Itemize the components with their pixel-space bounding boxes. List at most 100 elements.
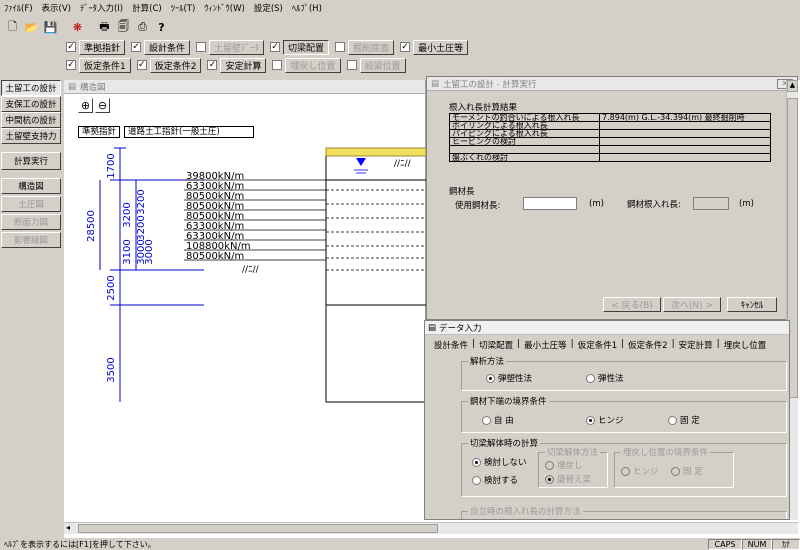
toolbar-item: ✓ 仮定条件1 xyxy=(66,57,131,73)
print-preview-icon[interactable]: 🗐 xyxy=(115,18,132,36)
calc-title-bar: ▤ 土留工の設計 - 計算実行 ✕ xyxy=(427,77,797,91)
toolbar-button[interactable]: 設計条件 xyxy=(144,39,191,55)
checkbox[interactable]: ✓ xyxy=(66,42,76,52)
checkbox[interactable]: ✓ xyxy=(136,60,147,70)
scroll-left-icon[interactable]: ◂ xyxy=(66,523,70,532)
save-icon[interactable]: 💾 xyxy=(42,18,59,36)
menu-item[interactable]: 計算(C) xyxy=(132,2,162,14)
checkbox[interactable]: ✓ xyxy=(207,60,218,70)
toolbar-button[interactable]: 最小土圧等 xyxy=(413,39,469,55)
radio-hinge[interactable]: ヒンジ xyxy=(586,414,624,426)
zoom-in-icon[interactable]: ⊕ xyxy=(78,98,93,113)
toolbar-button[interactable]: 切梁配置 xyxy=(283,39,330,55)
toolbar-item: ✓ 最小土圧等 xyxy=(400,39,469,55)
zoom-out-icon[interactable]: ⊖ xyxy=(95,98,110,113)
menu-item[interactable]: ｳｨﾝﾄﾞｳ(W) xyxy=(204,2,245,14)
nav-middle-pile-design[interactable]: 中間杭の設計 xyxy=(1,112,61,128)
radio-backfill-hinge[interactable]: ヒンジ xyxy=(621,465,659,477)
menu-item[interactable]: 表示(V) xyxy=(42,2,71,14)
toolbar-button[interactable]: 仮定条件1 xyxy=(79,57,131,73)
horizontal-scrollbar[interactable]: ◂ xyxy=(64,522,798,534)
scroll-up-icon[interactable]: ▲ xyxy=(787,80,798,92)
dim-3500: 3500 xyxy=(106,357,117,382)
radio-backfill-fixed[interactable]: 固 定 xyxy=(671,465,703,477)
tab[interactable]: 仮定条件2 xyxy=(625,339,670,351)
print-icon[interactable]: 🖶 xyxy=(96,18,113,36)
checkbox[interactable] xyxy=(335,42,346,52)
hscroll-thumb[interactable] xyxy=(78,524,438,533)
row-value xyxy=(599,129,771,138)
radio-elastic[interactable]: 弾性法 xyxy=(586,372,624,384)
next-button[interactable]: 次へ(N) > xyxy=(663,297,721,312)
calc-run-button[interactable]: 計算実行 xyxy=(1,152,61,170)
toolbar-button[interactable]: 仮定条件2 xyxy=(149,57,202,73)
structure-drawing-window: ▤ 構造図 ⊕ ⊖ 準拠指針 道路土工指針(一般土圧) 1700 3200 320… xyxy=(64,80,426,520)
nav-support-design[interactable]: 支保工の設計 xyxy=(1,96,61,112)
dim-1700: 1700 xyxy=(106,153,117,178)
toolbar-button[interactable]: 準拠指針 xyxy=(79,39,126,55)
view-earth-pressure-button[interactable]: 土圧図 xyxy=(1,196,61,212)
radio-elastoplastic[interactable]: 弾塑性法 xyxy=(486,372,532,384)
checkbox[interactable] xyxy=(346,60,357,70)
new-file-icon[interactable]: 🗋 xyxy=(4,18,21,36)
calc-title: 土留工の設計 - 計算実行 xyxy=(443,79,537,90)
tab[interactable]: 最小土圧等 xyxy=(521,339,570,351)
view-section-force-button[interactable]: 断面力図 xyxy=(1,214,61,230)
structure-drawing: 1700 3200 3200 3200 28500 3100 3000 3000… xyxy=(86,147,426,403)
tab[interactable]: 仮定条件1 xyxy=(575,339,620,351)
use-length-unit: (m) xyxy=(589,199,604,209)
checkbox[interactable] xyxy=(196,42,207,52)
toolbar-button[interactable]: 設梁位置 xyxy=(359,57,406,73)
removal-method-group: 切梁解体方法 埋戻し 盛替え梁 xyxy=(538,446,608,488)
toolbar-item: 土留壁ﾃﾞｰﾀ xyxy=(196,39,265,55)
radio-backfill[interactable]: 埋戻し xyxy=(545,459,583,471)
checkbox[interactable]: ✓ xyxy=(131,42,142,52)
row-value xyxy=(599,137,771,146)
tab[interactable]: 設計条件 xyxy=(431,339,471,351)
checkbox[interactable]: ✓ xyxy=(66,60,76,70)
radio-check[interactable]: 検討する xyxy=(472,474,518,486)
toolbar-item: ✓ 仮定条件2 xyxy=(136,57,202,73)
menu-item[interactable]: ﾍﾙﾌﾟ(H) xyxy=(292,2,322,14)
toolbar-button[interactable]: 安定計算 xyxy=(220,57,267,73)
view-influence-line-button[interactable]: 影響線図 xyxy=(1,232,61,248)
radio-replace-beam[interactable]: 盛替え梁 xyxy=(545,473,591,485)
view-structure-button[interactable]: 構造図 xyxy=(1,178,61,194)
app-icon[interactable]: ❋ xyxy=(69,18,86,36)
nav-wall-bearing[interactable]: 土留壁支持力 xyxy=(1,128,61,144)
radio-fixed[interactable]: 固 定 xyxy=(668,414,700,426)
open-folder-icon[interactable]: 📂 xyxy=(23,18,40,36)
checkbox[interactable]: ✓ xyxy=(400,42,411,52)
nav-earth-retaining-design[interactable]: 土留工の設計 xyxy=(1,80,61,96)
help-icon[interactable]: ? xyxy=(153,18,170,36)
toolbar-button[interactable]: 埋戻し位置 xyxy=(285,57,341,73)
strut-load-label: 80500kN/m xyxy=(186,251,244,262)
drawing-title: 構造図 xyxy=(80,82,106,93)
printer-setup-icon[interactable]: ⎙ xyxy=(134,18,151,36)
radio-no-check[interactable]: 検討しない xyxy=(472,456,527,468)
toolbar-item: ✓ 準拠指針 xyxy=(66,39,126,55)
cancel-button[interactable]: ｷｬﾝｾﾙ xyxy=(727,297,777,312)
checkbox[interactable] xyxy=(272,60,283,70)
ground-surface xyxy=(325,147,426,157)
tab[interactable]: 埋戻し位置 xyxy=(721,339,770,351)
checkbox[interactable]: ✓ xyxy=(270,42,281,52)
toolbar-button[interactable]: 掘削底面 xyxy=(348,39,395,55)
tab[interactable]: 切梁配置 xyxy=(476,339,516,351)
toolbar-item: 埋戻し位置 xyxy=(272,57,341,73)
menu-item[interactable]: ﾌｧｲﾙ(F) xyxy=(4,2,33,14)
table-row: ヒービングの検討 xyxy=(449,137,771,146)
toolbar-button[interactable]: 土留壁ﾃﾞｰﾀ xyxy=(209,39,265,55)
radio-free[interactable]: 自 由 xyxy=(482,414,514,426)
use-length-input[interactable] xyxy=(523,197,577,210)
toolbar-item: ✓ 安定計算 xyxy=(207,57,267,73)
menu-item[interactable]: ﾃﾞｰﾀ入力(I) xyxy=(80,2,123,14)
bottom-boundary-group: 鋼材下端の境界条件 自 由 ヒンジ 固 定 xyxy=(461,395,787,433)
standard-value: 道路土工指針(一般土圧) xyxy=(124,126,254,138)
menu-item[interactable]: ﾂｰﾙ(T) xyxy=(171,2,196,14)
back-button[interactable]: < 戻る(B) xyxy=(603,297,661,312)
analysis-method-label: 解析方法 xyxy=(468,355,507,367)
tab[interactable]: 安定計算 xyxy=(676,339,716,351)
menu-item[interactable]: 設定(S) xyxy=(254,2,283,14)
embed-result-table: モーメントの釣合いによる根入れ長 7.894(m) G.L.-34.394(m) … xyxy=(449,113,771,162)
